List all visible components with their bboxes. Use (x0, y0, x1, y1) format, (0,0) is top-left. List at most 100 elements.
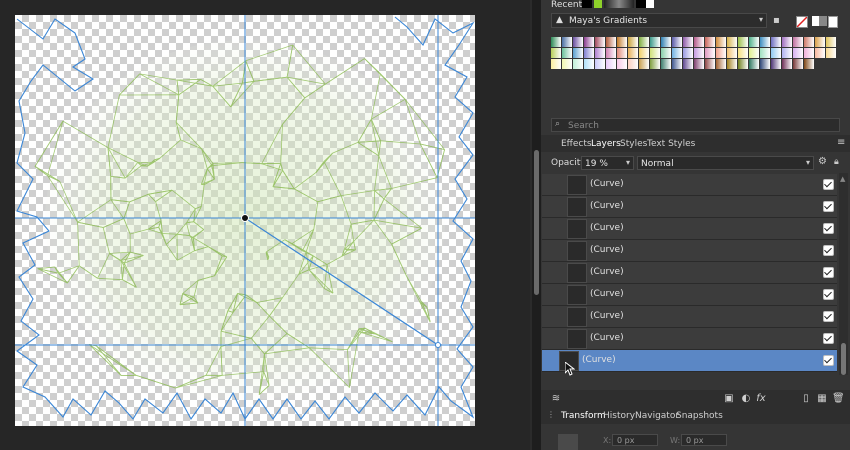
gradient-category-dropdown[interactable]: ▲ Maya's Gradients ▾ (551, 13, 767, 28)
gradient-swatch[interactable] (804, 59, 814, 69)
layer-thumbnail[interactable] (567, 329, 587, 349)
gradient-swatch[interactable] (760, 37, 770, 47)
gradient-swatch-grid[interactable] (551, 37, 837, 69)
gradient-swatch[interactable] (661, 59, 671, 69)
layer-visibility-checkbox[interactable] (823, 245, 834, 256)
tab-snapshots[interactable]: Snapshots (676, 411, 723, 421)
scroll-up-icon[interactable]: ▲ (840, 175, 845, 183)
layer-row[interactable]: (Curve) (542, 350, 837, 372)
gradient-swatch[interactable] (727, 37, 737, 47)
blend-mode-dropdown[interactable]: Normal ▾ (637, 156, 814, 170)
gradient-swatch[interactable] (551, 37, 561, 47)
mask-icon[interactable]: ▣ (723, 393, 735, 405)
gradient-swatch[interactable] (650, 37, 660, 47)
layer-thumbnail[interactable] (567, 197, 587, 217)
gradient-swatch[interactable] (749, 37, 759, 47)
gradient-swatch[interactable] (760, 48, 770, 58)
layer-thumbnail[interactable] (567, 175, 587, 195)
gradient-swatch[interactable] (628, 48, 638, 58)
gradient-swatch[interactable] (683, 59, 693, 69)
layer-visibility-checkbox[interactable] (823, 223, 834, 234)
gradient-swatch[interactable] (705, 59, 715, 69)
gradient-swatch[interactable] (738, 59, 748, 69)
tab-navigator[interactable]: Navigator (635, 411, 679, 421)
fx-icon[interactable]: fx (755, 393, 767, 405)
recent-swatch[interactable] (636, 0, 646, 8)
recent-swatch[interactable] (594, 0, 602, 8)
gradient-swatch[interactable] (562, 48, 572, 58)
tab-transform[interactable]: Transform (561, 411, 606, 421)
layer-row[interactable]: (Curve) (542, 284, 837, 306)
gradient-swatch[interactable] (782, 37, 792, 47)
gradient-swatch[interactable] (694, 37, 704, 47)
no-fill-swatch[interactable] (796, 16, 808, 28)
gradient-swatch[interactable] (771, 37, 781, 47)
recent-swatch[interactable] (646, 0, 654, 8)
gradient-swatch[interactable] (804, 37, 814, 47)
gradient-swatch[interactable] (606, 48, 616, 58)
layer-thumbnail[interactable] (567, 307, 587, 327)
layers-stack-icon[interactable]: ≋ (550, 393, 562, 405)
gradient-swatch[interactable] (782, 59, 792, 69)
layer-thumbnail[interactable] (567, 285, 587, 305)
layer-row[interactable]: (Curve) (542, 328, 837, 350)
gradient-swatch[interactable] (738, 48, 748, 58)
gradient-swatch[interactable] (826, 48, 836, 58)
stroke-swatch[interactable] (819, 16, 827, 26)
layer-visibility-checkbox[interactable] (823, 201, 834, 212)
gradient-swatch[interactable] (573, 48, 583, 58)
gradient-swatch[interactable] (551, 48, 561, 58)
gradient-swatch[interactable] (727, 59, 737, 69)
gradient-swatch[interactable] (705, 48, 715, 58)
canvas-scroll-thumb[interactable] (534, 150, 539, 295)
gradient-swatch[interactable] (672, 48, 682, 58)
gradient-swatch[interactable] (683, 48, 693, 58)
adjustment-icon[interactable]: ◐ (740, 393, 752, 405)
gradient-swatch[interactable] (650, 59, 660, 69)
tab-styles[interactable]: Styles (620, 139, 647, 149)
layer-name[interactable]: (Curve) (590, 179, 624, 189)
gradient-start-handle[interactable] (241, 214, 249, 222)
gradient-swatch[interactable] (584, 48, 594, 58)
gradient-swatch[interactable] (617, 37, 627, 47)
layer-row[interactable]: (Curve) (542, 240, 837, 262)
gradient-swatch[interactable] (716, 48, 726, 58)
layer-visibility-checkbox[interactable] (823, 333, 834, 344)
gradient-swatch[interactable] (573, 37, 583, 47)
layer-name[interactable]: (Curve) (582, 355, 616, 365)
layers-scroll-thumb[interactable] (841, 343, 846, 375)
w-field[interactable]: 0 px (681, 434, 727, 446)
gradient-swatch[interactable] (793, 37, 803, 47)
layer-visibility-checkbox[interactable] (823, 289, 834, 300)
opacity-field[interactable]: 19 % ▾ (581, 156, 634, 170)
gear-icon[interactable]: ⚙ (818, 156, 827, 167)
layer-visibility-checkbox[interactable] (823, 179, 834, 190)
gradient-swatch[interactable] (815, 48, 825, 58)
hamburger-icon[interactable]: ≡ (837, 137, 845, 148)
gradient-swatch[interactable] (738, 37, 748, 47)
gradient-swatch[interactable] (672, 59, 682, 69)
gradient-swatch[interactable] (705, 37, 715, 47)
gradient-swatch[interactable] (628, 37, 638, 47)
gradient-swatch[interactable] (573, 59, 583, 69)
page-icon[interactable]: ▯ (800, 393, 812, 405)
recent-swatch[interactable] (582, 0, 592, 8)
menu-icon[interactable]: ▪ (773, 15, 780, 26)
layer-name[interactable]: (Curve) (590, 245, 624, 255)
gradient-swatch[interactable] (661, 37, 671, 47)
x-field[interactable]: 0 px (612, 434, 658, 446)
lock-icon[interactable]: 🔒︎ (834, 157, 839, 167)
gradient-swatch[interactable] (716, 37, 726, 47)
gradient-swatch[interactable] (617, 48, 627, 58)
trash-icon[interactable]: 🗑︎ (832, 393, 845, 405)
gradient-swatch[interactable] (672, 37, 682, 47)
gradient-swatch[interactable] (727, 48, 737, 58)
tab-layers[interactable]: Layers (591, 139, 621, 149)
gradient-swatch[interactable] (595, 48, 605, 58)
gradient-swatch[interactable] (793, 48, 803, 58)
white-swatch[interactable] (828, 16, 838, 28)
anchor-selector[interactable] (558, 434, 578, 450)
gradient-swatch[interactable] (606, 37, 616, 47)
gradient-swatch[interactable] (639, 48, 649, 58)
gradient-swatch[interactable] (606, 59, 616, 69)
